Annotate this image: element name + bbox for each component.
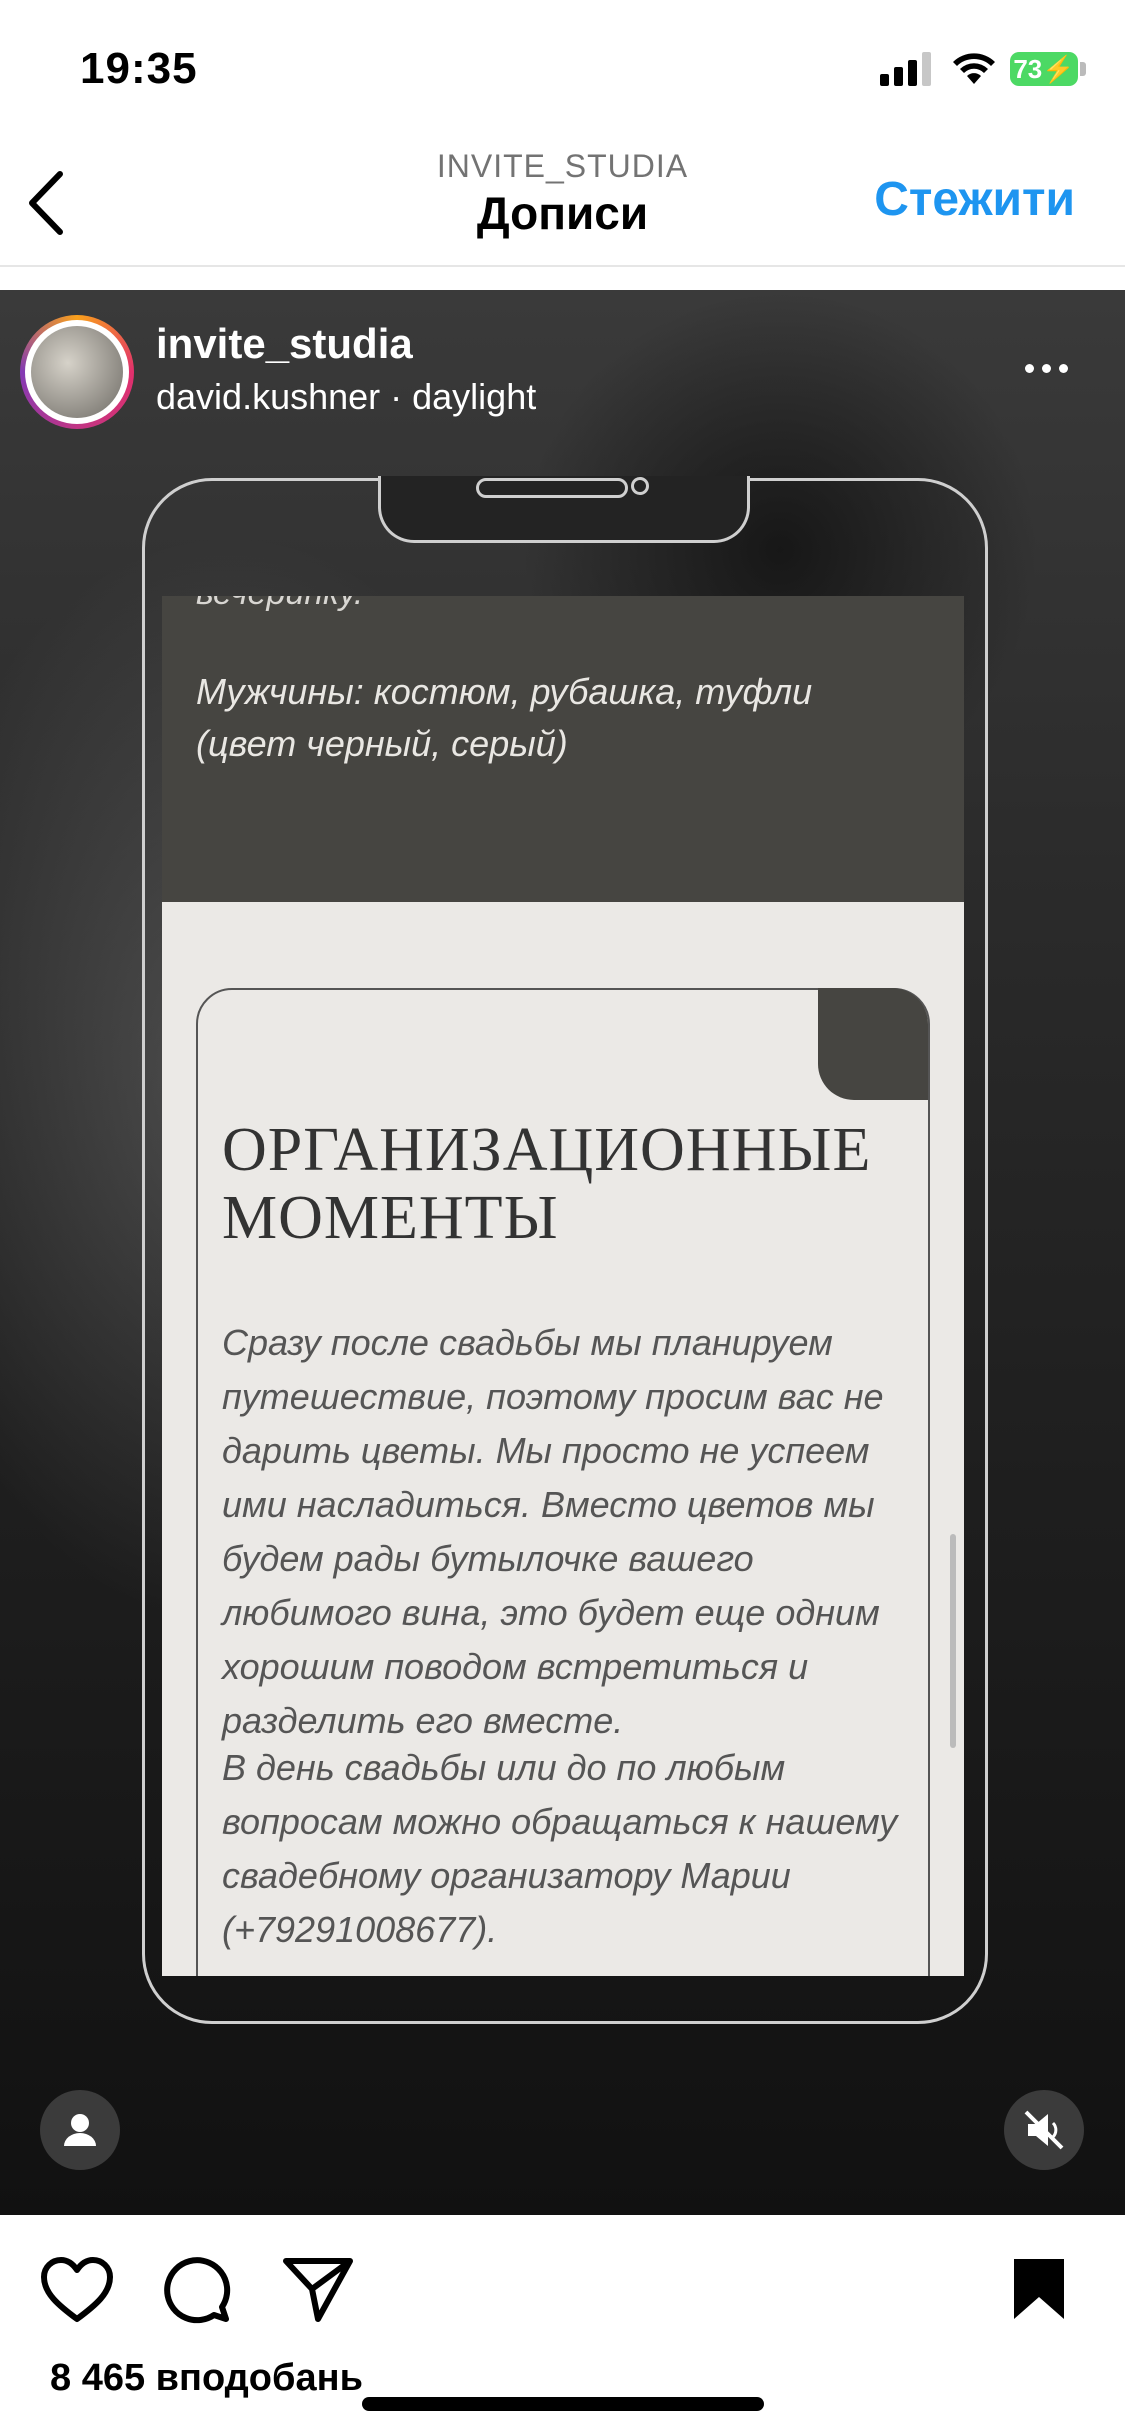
post-actions: 8 465 вподобань: [0, 2215, 1125, 2436]
phone-speaker: [476, 478, 628, 498]
tagged-users-button[interactable]: [40, 2090, 120, 2170]
status-time: 19:35: [80, 44, 198, 93]
home-indicator[interactable]: [362, 2397, 764, 2411]
charging-icon: ⚡: [1042, 53, 1075, 84]
post-username[interactable]: invite_studia: [156, 320, 413, 368]
like-heart-icon[interactable]: [40, 2257, 114, 2323]
card-paragraph-2: В день свадьбы или до по любым вопросам …: [222, 1747, 898, 1950]
share-icon[interactable]: [282, 2255, 354, 2325]
dress-code-section: вечеринку. Мужчины: костюм, рубашка, туф…: [162, 596, 964, 902]
likes-count[interactable]: 8 465 вподобань: [50, 2357, 363, 2400]
battery-tip: [1080, 62, 1086, 76]
signal-icon: [880, 52, 931, 86]
battery-level: 73: [1013, 53, 1043, 84]
post-media[interactable]: invite_studia david.kushner · daylight в…: [0, 290, 1125, 2215]
status-bar: 19:35 73 ⚡: [0, 0, 1125, 130]
mute-button[interactable]: [1004, 2090, 1084, 2170]
card-paragraph-1: Сразу после свадьбы мы планируем путешес…: [222, 1322, 884, 1741]
scrollbar: [950, 1534, 956, 1748]
nav-bar: INVITE_STUDIA Дописи Стежити: [0, 130, 1125, 267]
avatar: [31, 326, 123, 418]
invitation-screen: вечеринку. Мужчины: костюм, рубашка, туф…: [162, 596, 964, 1976]
user-icon: [64, 2114, 96, 2146]
battery-indicator: 73 ⚡: [1010, 52, 1078, 86]
phone-camera: [631, 477, 649, 495]
bookmark-icon[interactable]: [1010, 2255, 1068, 2323]
story-avatar[interactable]: [20, 315, 134, 429]
cut-off-text: вечеринку.: [196, 596, 363, 613]
comment-icon[interactable]: [162, 2255, 232, 2325]
speaker-muted-icon: [1024, 2110, 1064, 2150]
dress-code-text: Мужчины: костюм, рубашка, туфли (цвет че…: [196, 671, 813, 764]
wifi-icon: [953, 53, 995, 84]
card-title: ОРГАНИЗАЦИОННЫЕ МОМЕНТЫ: [222, 1116, 872, 1252]
card-corner-decoration: [818, 988, 928, 1100]
post-music[interactable]: david.kushner · daylight: [156, 376, 536, 418]
more-options-icon[interactable]: [1025, 360, 1085, 380]
follow-button[interactable]: Стежити: [874, 172, 1075, 227]
